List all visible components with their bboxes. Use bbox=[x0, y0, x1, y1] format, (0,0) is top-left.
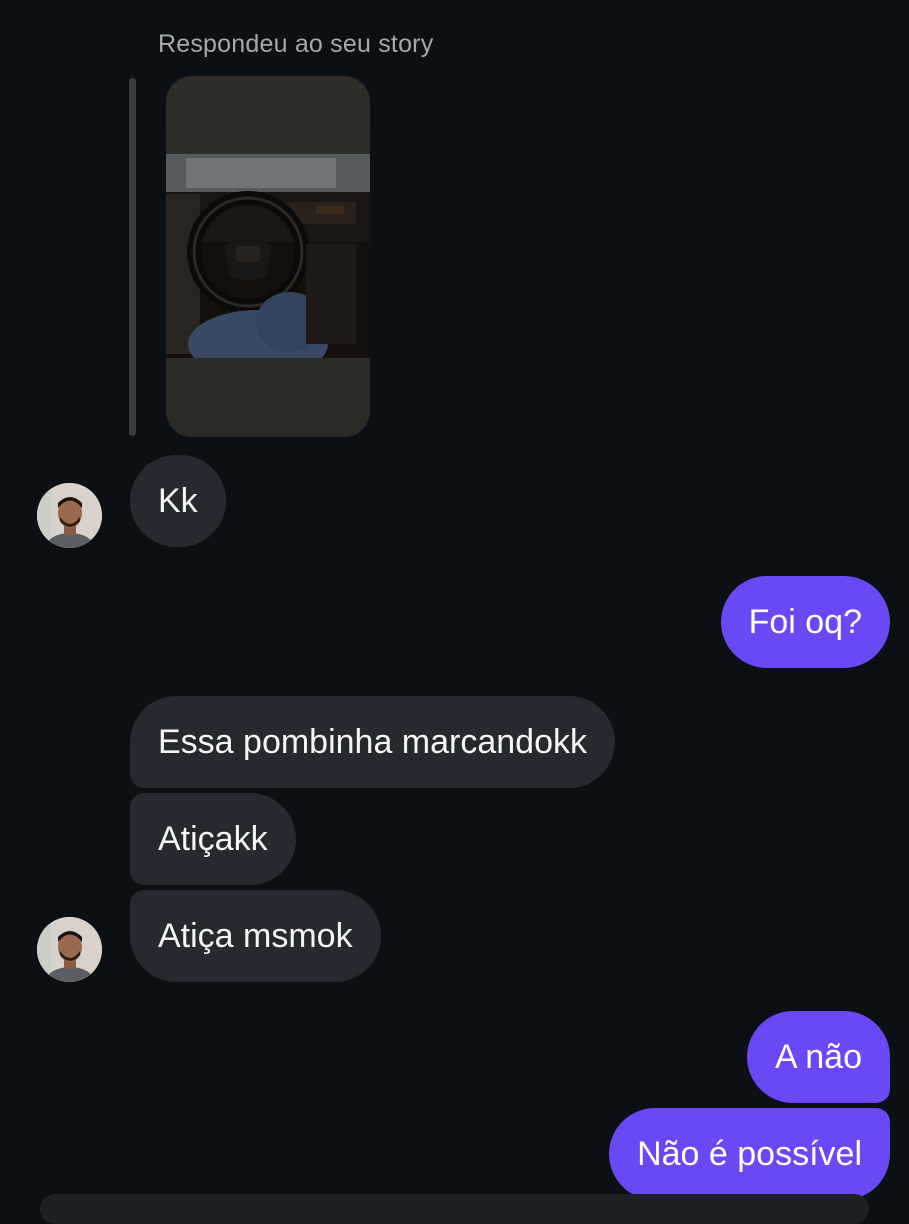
incoming-message-bubble[interactable]: Atiça msmok bbox=[130, 890, 381, 982]
message-composer[interactable] bbox=[40, 1194, 869, 1224]
contact-avatar[interactable] bbox=[37, 483, 102, 548]
outgoing-message-bubble[interactable]: Foi oq? bbox=[720, 576, 890, 668]
story-photo bbox=[166, 154, 370, 358]
story-reply-indicator-bar bbox=[129, 78, 136, 436]
outgoing-message-bubble[interactable]: A não bbox=[747, 1011, 890, 1103]
story-thumbnail[interactable] bbox=[166, 76, 370, 437]
incoming-message-bubble[interactable]: Kk bbox=[130, 455, 226, 547]
story-reply-caption: Respondeu ao seu story bbox=[158, 30, 434, 58]
incoming-message-bubble[interactable]: Atiçakk bbox=[130, 793, 296, 885]
incoming-message-bubble[interactable]: Essa pombinha marcandokk bbox=[130, 696, 616, 788]
outgoing-message-bubble[interactable]: Não é possível bbox=[609, 1108, 890, 1200]
contact-avatar[interactable] bbox=[37, 917, 102, 982]
